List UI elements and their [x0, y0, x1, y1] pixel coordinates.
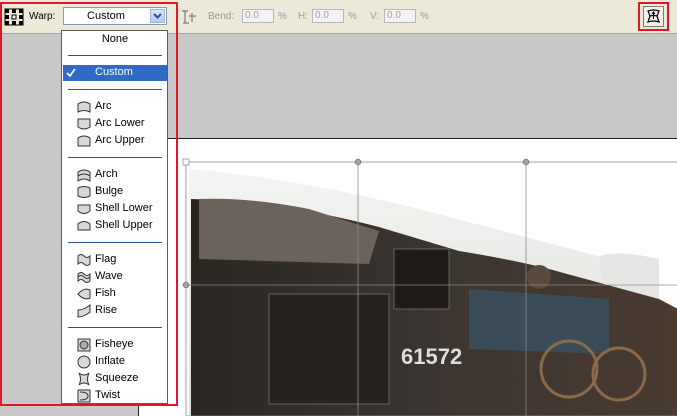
vertical-input[interactable]: 0.0	[384, 9, 416, 23]
bend-input[interactable]: 0.0	[242, 9, 274, 23]
warped-train-image[interactable]: 61572	[139, 139, 677, 416]
bend-percent: %	[278, 11, 287, 22]
vertical-label: V:	[370, 11, 380, 22]
document-window[interactable]: 61572	[138, 138, 677, 416]
locomotive-number: 61572	[401, 344, 462, 369]
vertical-percent: %	[420, 11, 429, 22]
orientation-icon[interactable]	[180, 8, 198, 25]
horizontal-label: H:	[298, 11, 308, 22]
horizontal-percent: %	[348, 11, 357, 22]
highlight-box	[638, 2, 669, 31]
bend-label: Bend:	[208, 11, 235, 22]
horizontal-input[interactable]: 0.0	[312, 9, 344, 23]
highlight-box	[0, 2, 178, 406]
